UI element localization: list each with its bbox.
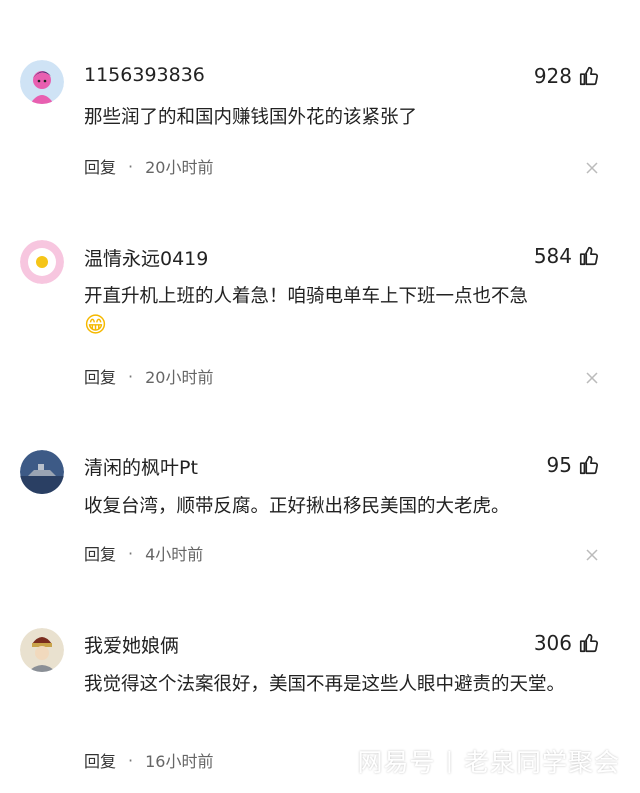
timestamp: 16小时前: [145, 752, 214, 771]
close-icon[interactable]: [586, 162, 598, 174]
watermark: 网易号 | 老泉同学聚会: [358, 743, 620, 779]
timestamp: 4小时前: [145, 545, 204, 564]
like-count: 584: [533, 244, 572, 268]
avatar[interactable]: [20, 240, 64, 284]
watermark-author: 老泉同学聚会: [463, 748, 620, 777]
username[interactable]: 1156393836: [84, 64, 205, 86]
thumbs-up-icon: [579, 633, 599, 653]
watermark-separator: |: [445, 748, 454, 774]
thumbs-up-icon: [579, 455, 599, 475]
username[interactable]: 我爱她娘俩: [84, 631, 179, 658]
reply-button[interactable]: 回复: [84, 541, 116, 565]
comment-text: 我觉得这个法案很好，美国不再是这些人眼中避责的天堂。: [84, 674, 566, 695]
timestamp: 20小时前: [145, 158, 214, 177]
like-button[interactable]: 306: [534, 631, 600, 655]
like-count: 928: [533, 64, 572, 88]
separator-dot: ·: [128, 366, 134, 386]
comment-meta: 回复 · 20小时前: [84, 364, 213, 388]
watermark-brand: 网易号: [357, 748, 436, 777]
avatar[interactable]: [20, 628, 64, 672]
like-count: 306: [533, 631, 572, 655]
separator-dot: ·: [128, 543, 134, 563]
grinning-emoji: 😁: [84, 313, 107, 338]
reply-button[interactable]: 回复: [84, 748, 116, 772]
comment-text: 开直升机上班的人着急！咱骑电单车上下班一点也不急: [84, 286, 529, 307]
like-button[interactable]: 95: [547, 453, 600, 477]
comment-meta: 回复 · 4小时前: [84, 541, 203, 565]
comment-text: 收复台湾，顺带反腐。正好揪出移民美国的大老虎。: [84, 496, 510, 517]
avatar[interactable]: [20, 60, 64, 104]
timestamp: 20小时前: [145, 368, 214, 387]
like-count: 95: [546, 453, 572, 477]
reply-button[interactable]: 回复: [84, 364, 116, 388]
close-icon[interactable]: [586, 372, 598, 384]
reply-button[interactable]: 回复: [84, 154, 116, 178]
like-button[interactable]: 928: [534, 64, 600, 88]
thumbs-up-icon: [579, 66, 599, 86]
comment-meta: 回复 · 20小时前: [84, 154, 213, 178]
comment-meta: 回复 · 16小时前: [84, 748, 213, 772]
separator-dot: ·: [128, 156, 134, 176]
thumbs-up-icon: [579, 246, 599, 266]
username[interactable]: 清闲的枫叶Pt: [84, 453, 198, 480]
username[interactable]: 温情永远0419: [84, 244, 208, 271]
separator-dot: ·: [128, 750, 134, 770]
comment-text: 那些润了的和国内赚钱国外花的该紧张了: [84, 107, 418, 128]
avatar[interactable]: [20, 450, 64, 494]
close-icon[interactable]: [586, 549, 598, 561]
like-button[interactable]: 584: [534, 244, 600, 268]
